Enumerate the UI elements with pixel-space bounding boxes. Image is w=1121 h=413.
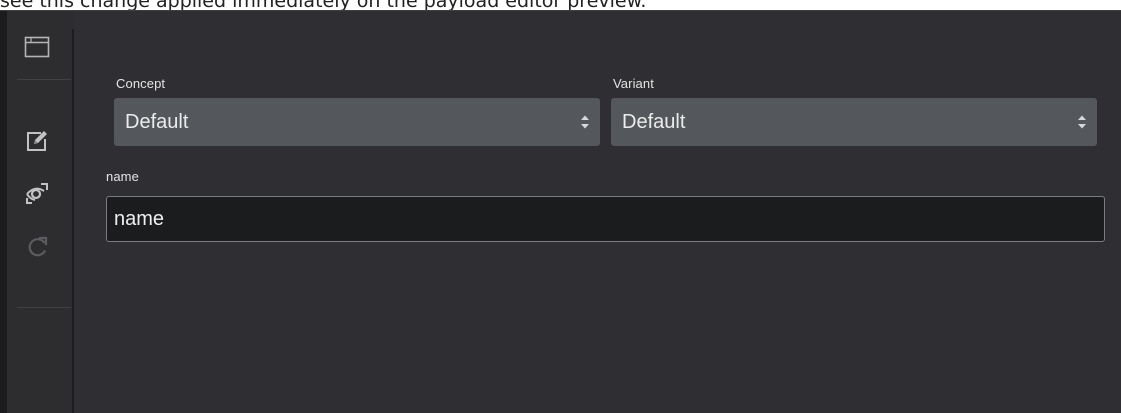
concept-select-value: Default: [125, 110, 189, 133]
name-label: name: [106, 169, 139, 184]
window-edge: [0, 11, 7, 413]
toolbar-divider: [17, 307, 71, 308]
payload-editor-window: Concept Default Variant Default name nam…: [0, 10, 1121, 413]
concept-label: Concept: [116, 76, 166, 91]
name-input[interactable]: name: [106, 196, 1105, 242]
updown-arrows-icon: [581, 115, 589, 129]
editor-panel: Concept Default Variant Default name nam…: [74, 11, 1121, 413]
preview-eye-icon[interactable]: [23, 179, 51, 207]
variant-label: Variant: [613, 76, 654, 91]
window-icon[interactable]: [23, 33, 51, 61]
concept-select[interactable]: Default: [114, 98, 600, 146]
edit-icon[interactable]: [23, 127, 51, 155]
variant-select-value: Default: [622, 110, 686, 133]
toolbar-divider: [17, 79, 71, 80]
updown-arrows-icon: [1078, 115, 1086, 129]
variant-select[interactable]: Default: [611, 98, 1097, 146]
sidebar-toolbar: [7, 11, 72, 413]
refresh-icon[interactable]: [23, 233, 51, 261]
